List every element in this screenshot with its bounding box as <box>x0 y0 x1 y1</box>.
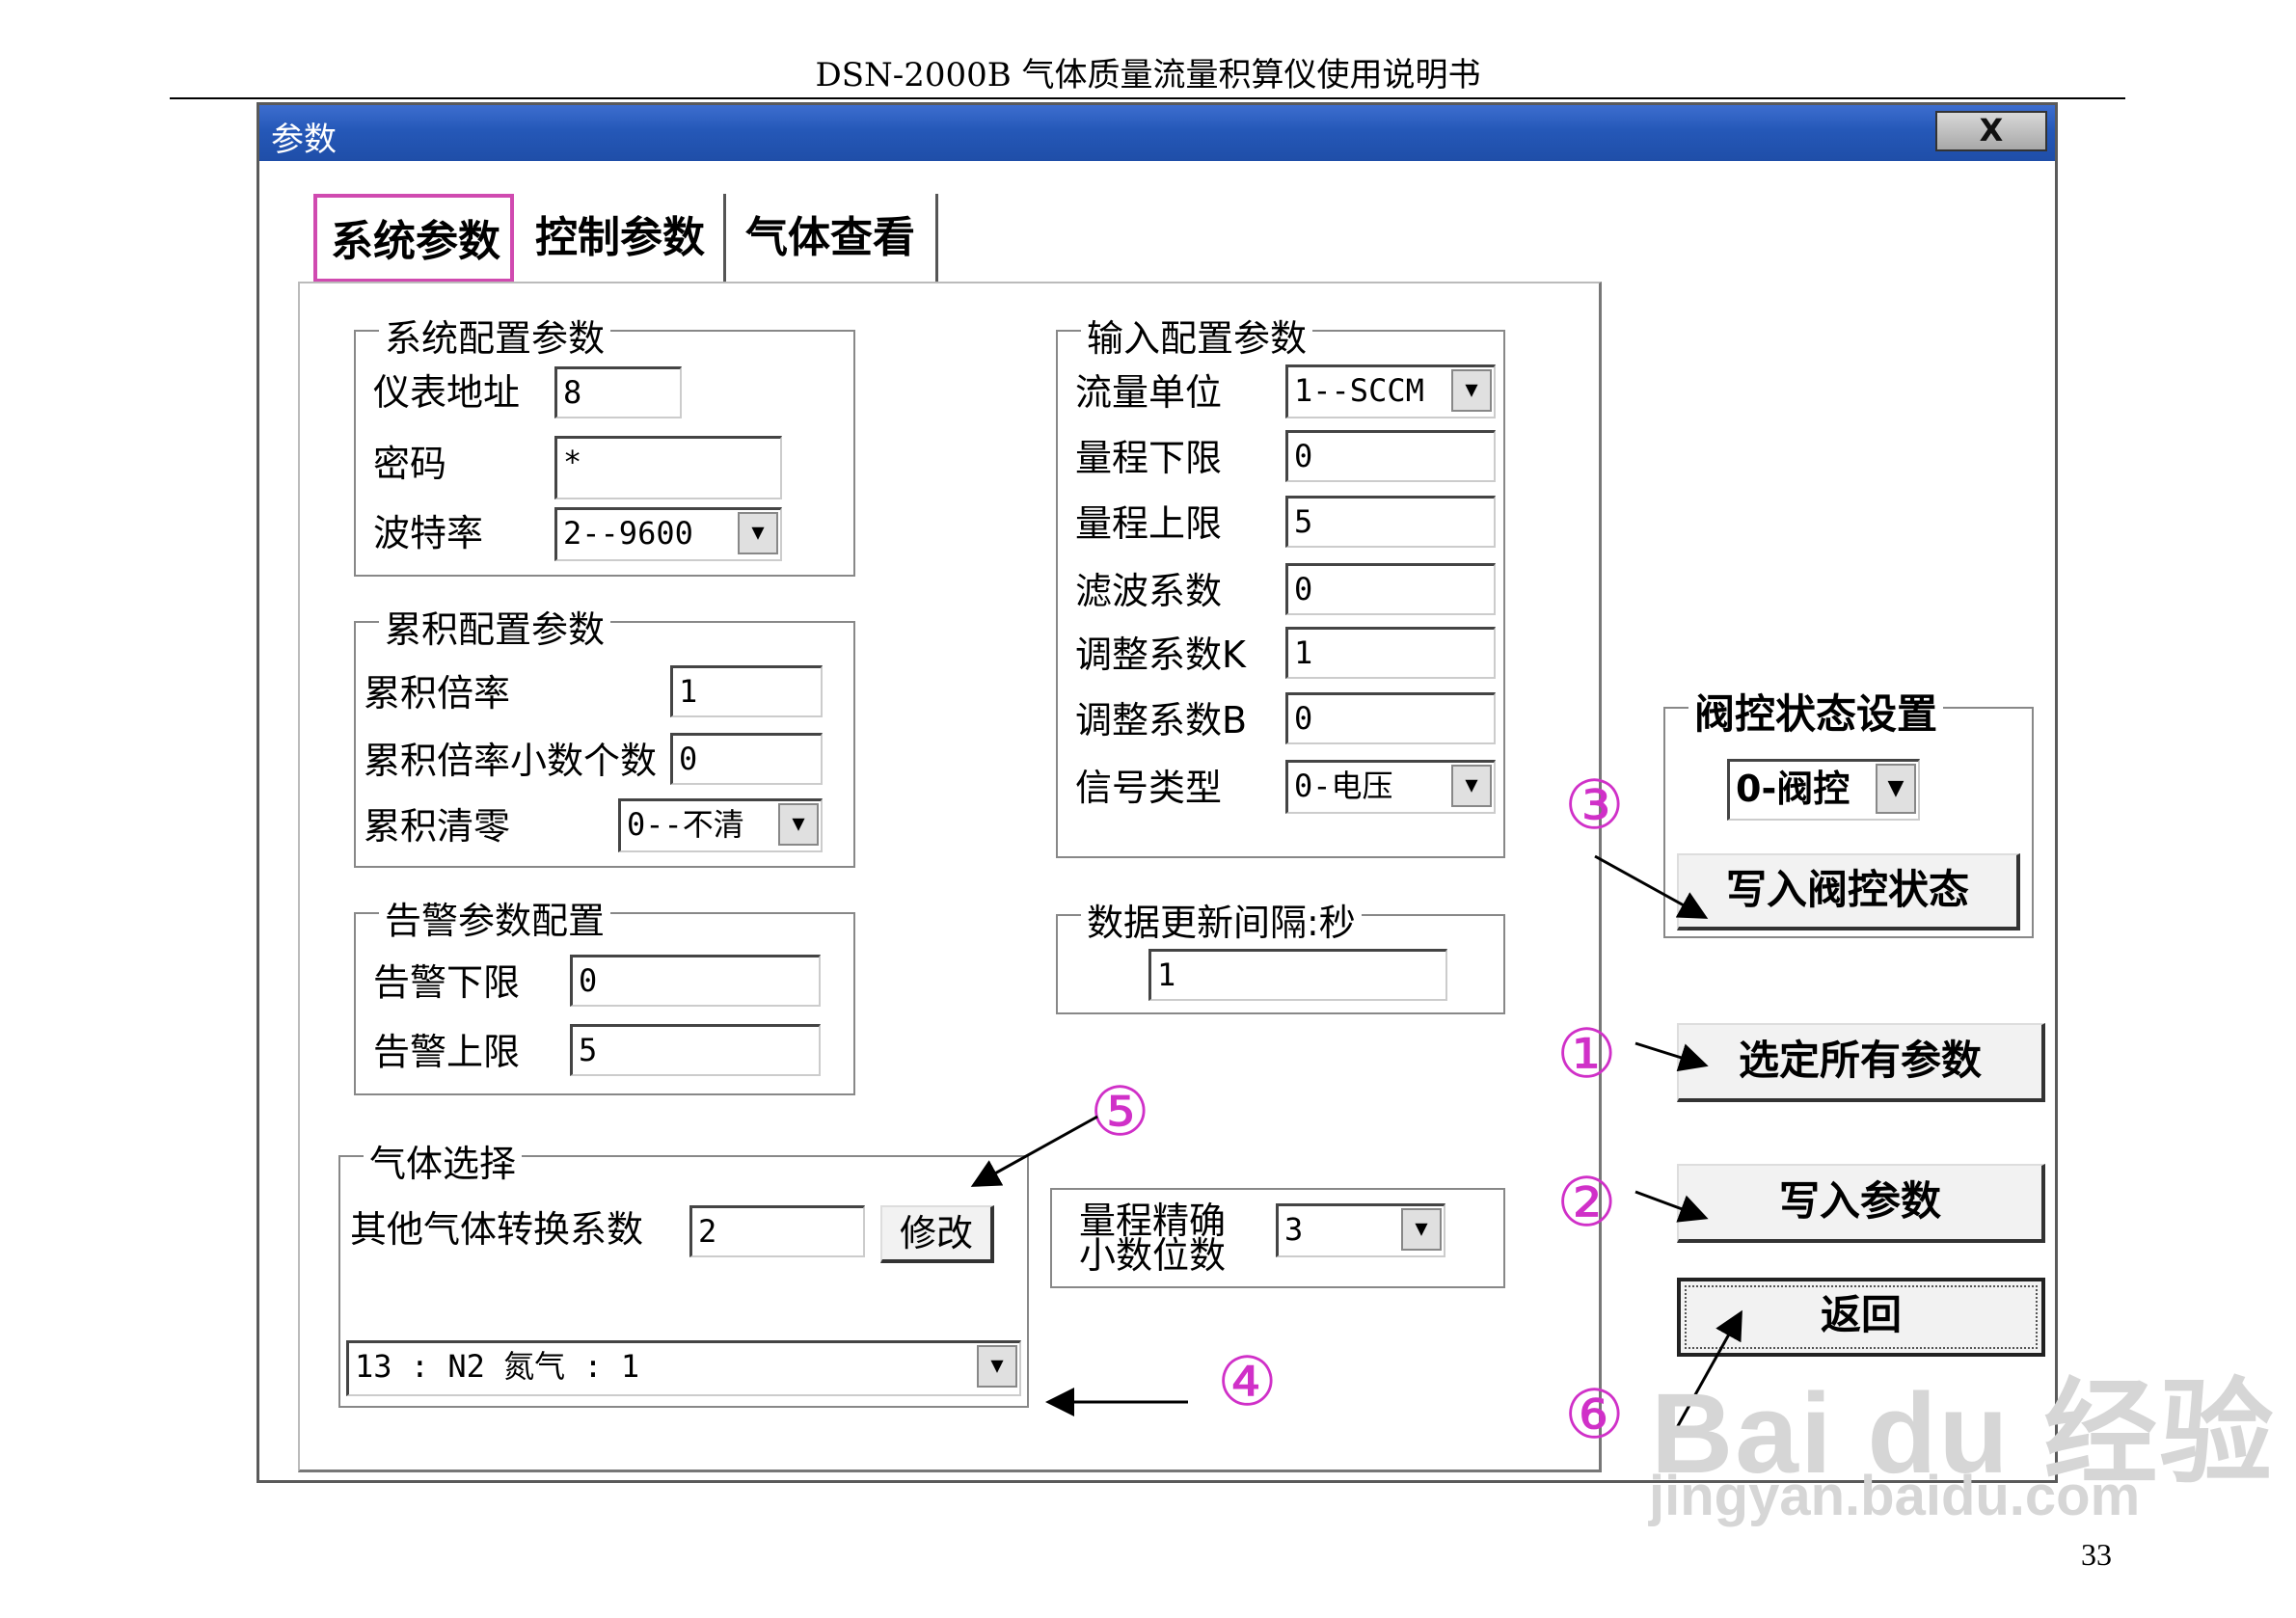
watermark-url: jingyan.baidu.com <box>1649 1465 2141 1527</box>
arrow-3 <box>1594 854 1709 919</box>
arrow-1 <box>1634 1041 1709 1072</box>
arrow-2 <box>1634 1190 1709 1223</box>
page-number: 33 <box>2081 1537 2112 1572</box>
arrow-5 <box>970 1115 1098 1187</box>
